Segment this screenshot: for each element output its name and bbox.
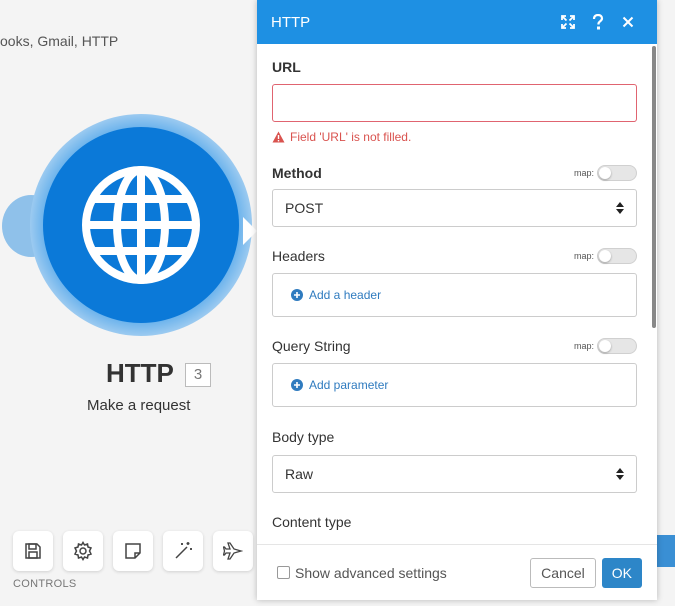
add-parameter-link[interactable]: Add parameter (291, 378, 388, 392)
headers-row: Headers map: (272, 248, 637, 264)
headers-box: Add a header (272, 273, 637, 317)
close-button[interactable] (613, 10, 643, 34)
note-icon (125, 543, 141, 559)
notes-button[interactable] (113, 531, 153, 571)
url-error: Field 'URL' is not filled. (272, 130, 637, 144)
body-type-value: Raw (285, 466, 314, 482)
globe-icon (82, 166, 200, 284)
plus-circle-icon (291, 289, 303, 301)
cancel-button[interactable]: Cancel (530, 557, 596, 588)
advanced-settings-checkbox[interactable] (277, 566, 290, 579)
expand-button[interactable] (553, 10, 583, 34)
query-string-label: Query String (272, 338, 351, 354)
expand-icon (561, 15, 575, 29)
method-map-toggle[interactable]: map: (574, 165, 637, 181)
headers-map-label: map: (573, 251, 594, 261)
sort-arrows-icon (616, 468, 624, 480)
method-map-switch[interactable] (597, 165, 637, 181)
http-settings-dialog: HTTP URL Field 'URL' is not filled. Meth… (257, 0, 657, 600)
method-map-label: map: (573, 168, 594, 178)
method-row: Method map: (272, 165, 637, 181)
controls-label: CONTROLS (13, 578, 77, 590)
sort-arrows-icon (616, 202, 624, 214)
url-error-text: Field 'URL' is not filled. (290, 130, 412, 144)
query-string-box: Add parameter (272, 363, 637, 407)
method-label: Method (272, 165, 322, 181)
close-icon (622, 16, 634, 28)
module-circle[interactable] (43, 127, 239, 323)
body-type-label: Body type (272, 429, 335, 445)
plus-circle-icon (291, 379, 303, 391)
save-icon (25, 543, 41, 559)
dialog-body[interactable]: URL Field 'URL' is not filled. Method ma… (257, 44, 657, 544)
magic-wand-icon (175, 542, 192, 559)
query-string-row: Query String map: (272, 338, 637, 354)
content-type-label: Content type (272, 514, 352, 530)
headers-label: Headers (272, 248, 325, 264)
help-icon (592, 14, 604, 30)
url-input[interactable] (272, 84, 637, 122)
dialog-footer: Show advanced settings Cancel OK (257, 544, 657, 600)
gear-icon (73, 541, 93, 561)
add-header-link[interactable]: Add a header (291, 288, 381, 302)
dialog-scrollbar[interactable] (652, 46, 656, 328)
advanced-settings-toggle[interactable]: Show advanced settings (277, 565, 530, 581)
module-title: HTTP (106, 358, 174, 388)
query-string-map-toggle[interactable]: map: (574, 338, 637, 354)
add-header-label: Add a header (309, 288, 382, 302)
ok-button[interactable]: OK (601, 557, 642, 588)
headers-map-switch[interactable] (597, 248, 637, 264)
explain-flow-button[interactable] (213, 531, 253, 571)
auto-align-button[interactable] (163, 531, 203, 571)
http-module-node[interactable] (0, 110, 260, 340)
add-parameter-label: Add parameter (309, 378, 389, 392)
query-string-map-switch[interactable] (597, 338, 637, 354)
scenario-breadcrumb: ooks, Gmail, HTTP (0, 33, 119, 49)
url-label: URL (272, 59, 301, 75)
dialog-title: HTTP (271, 13, 311, 31)
advanced-settings-label: Show advanced settings (295, 564, 447, 581)
headers-map-toggle[interactable]: map: (574, 248, 637, 264)
canvas-edge-panel[interactable] (657, 535, 675, 567)
save-button[interactable] (13, 531, 53, 571)
method-value: POST (285, 200, 324, 216)
query-string-map-label: map: (573, 341, 594, 351)
dialog-pointer (243, 217, 257, 245)
method-select[interactable]: POST (272, 189, 637, 227)
airplane-icon (223, 542, 243, 560)
module-subtitle: Make a request (87, 397, 191, 414)
body-type-select[interactable]: Raw (272, 455, 637, 493)
module-id-badge: 3 (185, 363, 211, 387)
dialog-header: HTTP (257, 0, 657, 44)
help-button[interactable] (583, 10, 613, 34)
settings-button[interactable] (63, 531, 103, 571)
warning-icon (272, 131, 285, 143)
